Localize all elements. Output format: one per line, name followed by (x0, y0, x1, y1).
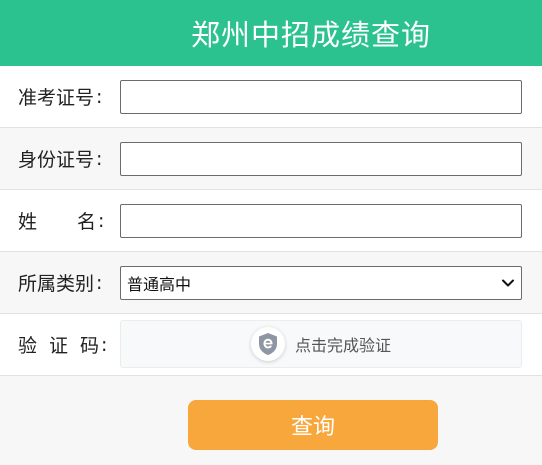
captcha-label-char: 验 (18, 335, 38, 357)
page-header: 郑州中招成绩查询 (0, 0, 542, 66)
id-card-label-text: 身份证号 (18, 149, 95, 171)
name-input[interactable] (120, 204, 522, 238)
query-form: 准考证号: 身份证号: 姓 名: 所属类别: 普通高中 验证码: 点击完成验证 (0, 66, 542, 376)
category-select[interactable]: 普通高中 (120, 266, 522, 300)
captcha-label-char: 码 (80, 335, 100, 357)
chevron-down-icon (502, 279, 514, 287)
label-colon: : (96, 85, 103, 108)
label-colon: : (96, 147, 103, 170)
captcha-label: 验证码: (18, 314, 107, 375)
captcha-row: 验证码: 点击完成验证 (0, 314, 542, 376)
page-title: 郑州中招成绩查询 (190, 18, 431, 52)
name-label-char: 名 (77, 211, 97, 233)
captcha-text: 点击完成验证 (294, 336, 391, 355)
name-row: 姓 名: (0, 190, 542, 252)
id-card-label: 身份证号: (18, 128, 102, 189)
submit-area: 查询 (0, 376, 542, 459)
category-label: 所属类别: (18, 252, 102, 313)
category-row: 所属类别: 普通高中 (0, 252, 542, 314)
exam-id-label-text: 准考证号 (18, 87, 95, 109)
id-card-row: 身份证号: (0, 128, 542, 190)
exam-id-label: 准考证号: (18, 66, 102, 127)
label-colon: : (96, 271, 103, 294)
exam-id-input[interactable] (120, 80, 522, 114)
name-label-char: 姓 (18, 211, 38, 233)
name-label: 姓 名: (18, 190, 104, 251)
shield-e-icon (250, 327, 285, 361)
exam-id-row: 准考证号: (0, 66, 542, 128)
category-select-value: 普通高中 (127, 275, 192, 294)
label-colon: : (101, 333, 108, 356)
category-label-text: 所属类别 (18, 273, 95, 295)
label-colon: : (98, 209, 105, 232)
submit-button[interactable]: 查询 (188, 400, 438, 450)
captcha-label-char: 证 (49, 335, 69, 357)
id-card-input[interactable] (120, 142, 522, 176)
captcha-widget[interactable]: 点击完成验证 (120, 320, 522, 368)
